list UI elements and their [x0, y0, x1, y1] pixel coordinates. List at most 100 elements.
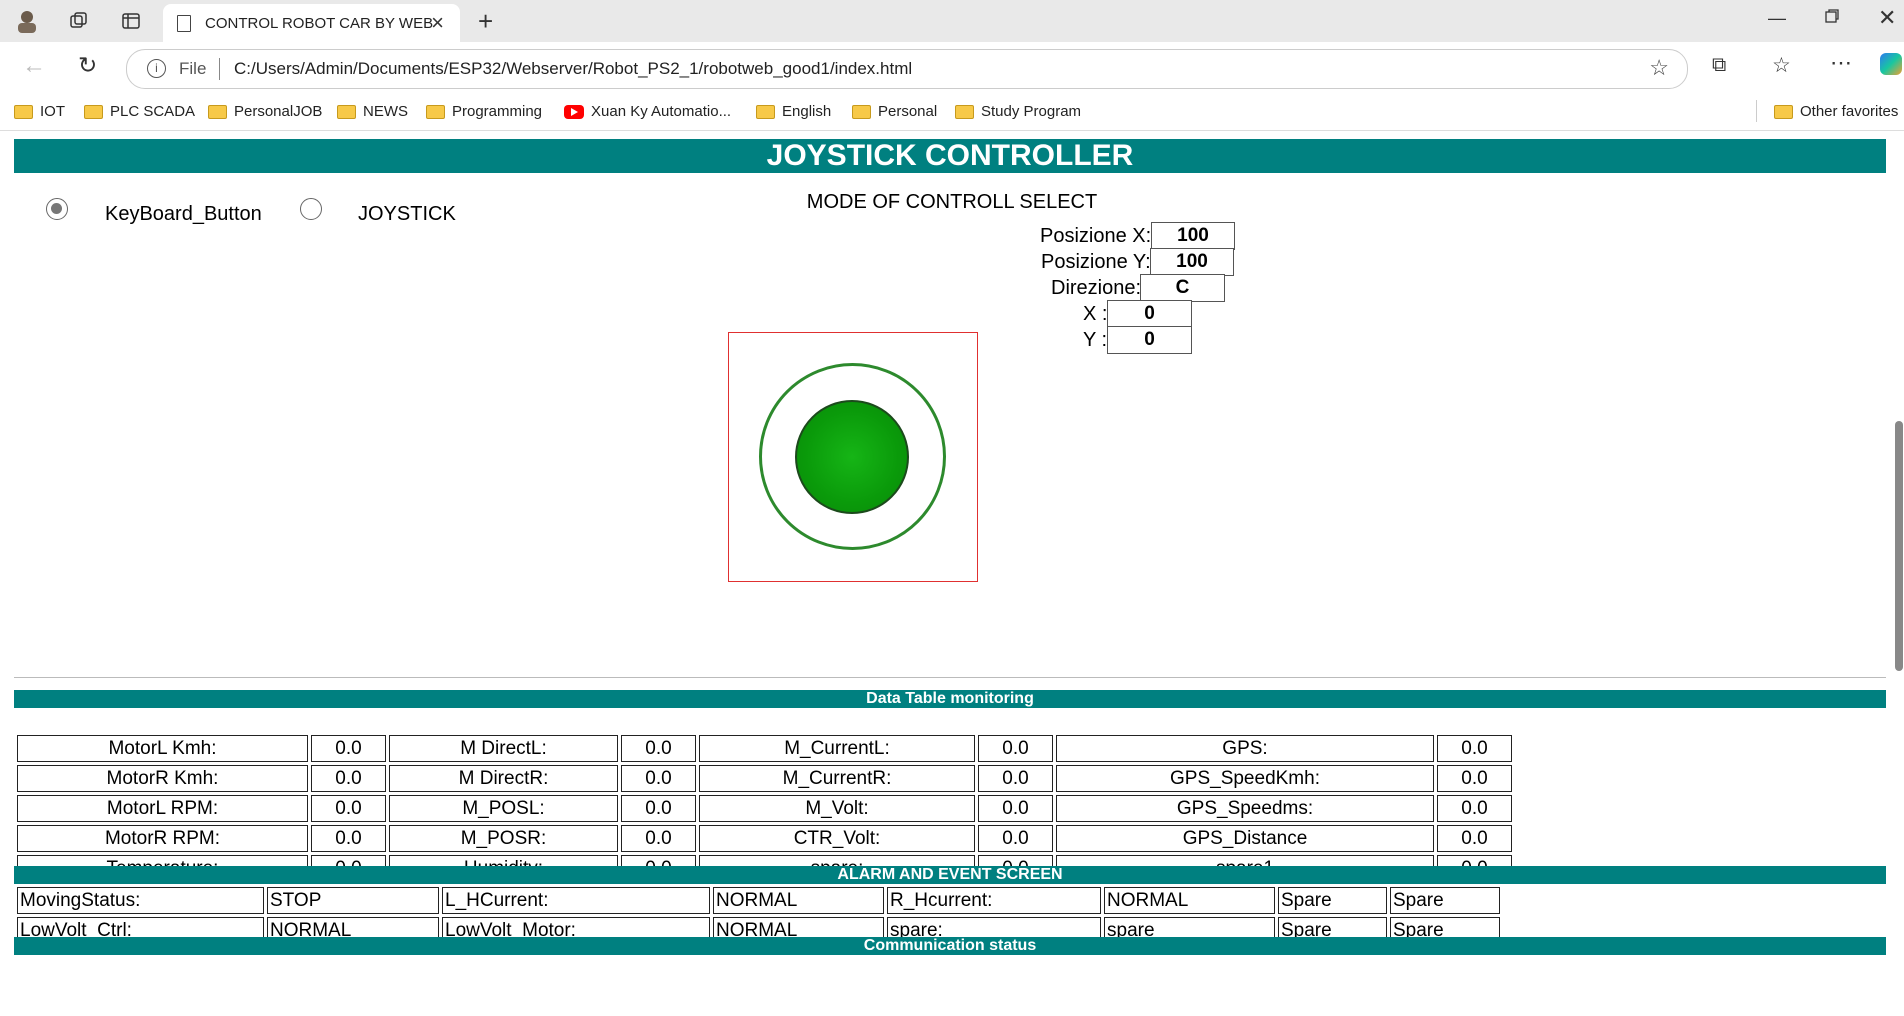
- document-icon: [177, 15, 191, 32]
- table-cell-value: 0.0: [1437, 735, 1512, 762]
- bookmark-label: Study Program: [981, 103, 1082, 120]
- bookmark-personaljob[interactable]: PersonalJOB: [208, 103, 322, 120]
- favorite-star-icon[interactable]: ☆: [1649, 55, 1669, 81]
- mode-select-title: MODE OF CONTROLL SELECT: [806, 191, 1098, 213]
- table-cell-value: 0.0: [311, 795, 386, 822]
- table-cell-label: M_CurrentL:: [699, 735, 975, 762]
- joystick-knob[interactable]: [795, 400, 909, 514]
- data-table: MotorL Kmh: 0.0 M DirectL: 0.0 M_CurrentL: 0.…: [14, 732, 1515, 885]
- more-menu-icon[interactable]: ⋯: [1830, 50, 1852, 76]
- table-cell-value: 0.0: [1437, 825, 1512, 852]
- x-value: 0: [1107, 300, 1192, 328]
- joystick-area[interactable]: [728, 332, 978, 582]
- table-cell-value: NORMAL: [1104, 887, 1275, 914]
- page-scrollbar[interactable]: [1894, 131, 1904, 1016]
- vertical-tabs-icon[interactable]: [118, 8, 144, 34]
- direction-label: Direzione:: [1051, 277, 1142, 299]
- table-cell-label: L_HCurrent:: [442, 887, 710, 914]
- folder-icon: [852, 104, 871, 119]
- y-label: Y :: [1083, 329, 1108, 351]
- radio-label-joystick: JOYSTICK: [358, 203, 456, 225]
- table-cell-label: M DirectR:: [389, 765, 618, 792]
- bookmark-label: English: [782, 103, 832, 120]
- restore-icon[interactable]: [1824, 8, 1840, 29]
- position-x-label: Posizione X:: [1040, 225, 1152, 247]
- youtube-icon: [564, 104, 584, 119]
- radio-joystick[interactable]: [300, 198, 322, 220]
- table-cell-label: GPS_SpeedKmh:: [1056, 765, 1434, 792]
- title-bar: CONTROL ROBOT CAR BY WEB × + — ✕: [0, 0, 1904, 42]
- tab-title: CONTROL ROBOT CAR BY WEB: [205, 15, 434, 32]
- bookmark-plc-scada[interactable]: PLC SCADA: [84, 103, 195, 120]
- radio-keyboard-button[interactable]: [46, 198, 68, 220]
- url-text[interactable]: C:/Users/Admin/Documents/ESP32/Webserver…: [234, 59, 912, 79]
- bookmarks-bar: IOT PLC SCADA PersonalJOB NEWS Programmi…: [0, 94, 1904, 131]
- bookmark-news[interactable]: NEWS: [337, 103, 408, 120]
- radio-label-keyboard: KeyBoard_Button: [105, 203, 262, 225]
- bookmark-label: Other favorites: [1800, 103, 1899, 120]
- table-cell-value: Spare: [1390, 887, 1500, 914]
- page-title: JOYSTICK CONTROLLER: [14, 139, 1886, 173]
- close-tab-icon[interactable]: ×: [431, 10, 444, 36]
- favorites-icon[interactable]: ☆: [1772, 53, 1791, 78]
- extensions-icon[interactable]: ⧉: [1712, 54, 1726, 77]
- bookmark-programming[interactable]: Programming: [426, 103, 542, 120]
- data-table-row: MotorR RPM: 0.0 M_POSR: 0.0 CTR_Volt: 0.0 GPS_…: [17, 825, 1512, 852]
- close-window-icon[interactable]: ✕: [1878, 5, 1896, 31]
- table-cell-value: 0.0: [978, 765, 1053, 792]
- bookmark-iot[interactable]: IOT: [14, 103, 65, 120]
- table-cell-label: MotorL RPM:: [17, 795, 308, 822]
- folder-icon: [955, 104, 974, 119]
- bookmark-other-favorites[interactable]: Other favorites: [1774, 103, 1898, 120]
- bookmark-separator: [1756, 100, 1757, 122]
- bookmark-study-program[interactable]: Study Program: [955, 103, 1081, 120]
- data-table-row: MotorL Kmh: 0.0 M DirectL: 0.0 M_CurrentL: 0.…: [17, 735, 1512, 762]
- alarm-screen-title: ALARM AND EVENT SCREEN: [14, 866, 1886, 884]
- table-cell-label: GPS:: [1056, 735, 1434, 762]
- info-icon[interactable]: i: [147, 59, 166, 78]
- address-scheme: File: [179, 59, 207, 78]
- copilot-icon[interactable]: [1880, 53, 1902, 75]
- table-cell-label: M_Volt:: [699, 795, 975, 822]
- page-content: JOYSTICK CONTROLLER MODE OF CONTROLL SEL…: [0, 131, 1904, 1016]
- table-cell-value: 0.0: [978, 795, 1053, 822]
- profile-avatar-icon[interactable]: [14, 8, 40, 34]
- back-icon[interactable]: ←: [22, 52, 46, 80]
- new-tab-icon[interactable]: +: [478, 6, 493, 37]
- table-cell-value: 0.0: [311, 765, 386, 792]
- active-tab[interactable]: CONTROL ROBOT CAR BY WEB ×: [163, 4, 460, 42]
- folder-icon: [84, 104, 103, 119]
- position-x-value: 100: [1151, 222, 1235, 250]
- bookmark-label: Programming: [452, 103, 543, 120]
- bookmark-label: IOT: [40, 103, 65, 120]
- section-divider: [14, 677, 1886, 678]
- table-cell-value: NORMAL: [713, 887, 884, 914]
- table-cell-value: 0.0: [978, 825, 1053, 852]
- bookmark-english[interactable]: English: [756, 103, 831, 120]
- communication-status-title: Communication status: [14, 937, 1886, 955]
- table-cell-value: 0.0: [311, 825, 386, 852]
- bookmark-label: NEWS: [363, 103, 408, 120]
- bookmark-label: PersonalJOB: [234, 103, 323, 120]
- table-cell-value: 0.0: [621, 795, 696, 822]
- scrollbar-thumb[interactable]: [1895, 421, 1903, 671]
- table-cell-label: GPS_Speedms:: [1056, 795, 1434, 822]
- data-table-title: Data Table monitoring: [14, 690, 1886, 708]
- folder-icon: [1774, 104, 1793, 119]
- refresh-icon[interactable]: ↻: [78, 52, 97, 79]
- address-bar[interactable]: i File C:/Users/Admin/Documents/ESP32/We…: [126, 49, 1688, 89]
- table-cell-label: GPS_Distance: [1056, 825, 1434, 852]
- table-cell-value: 0.0: [1437, 765, 1512, 792]
- bookmark-xuan-ky[interactable]: Xuan Ky Automatio...: [564, 103, 731, 120]
- position-y-label: Posizione Y:: [1041, 251, 1151, 273]
- table-cell-value: 0.0: [978, 735, 1053, 762]
- position-y-value: 100: [1150, 248, 1234, 276]
- workspaces-icon[interactable]: [66, 8, 92, 34]
- table-cell-value: 0.0: [621, 825, 696, 852]
- table-cell-value: 0.0: [621, 765, 696, 792]
- minimize-icon[interactable]: —: [1768, 8, 1786, 29]
- data-table-row: MotorL RPM: 0.0 M_POSL: 0.0 M_Volt: 0.0 GPS_Sp…: [17, 795, 1512, 822]
- bookmark-personal[interactable]: Personal: [852, 103, 937, 120]
- table-cell-value: 0.0: [621, 735, 696, 762]
- folder-icon: [337, 104, 356, 119]
